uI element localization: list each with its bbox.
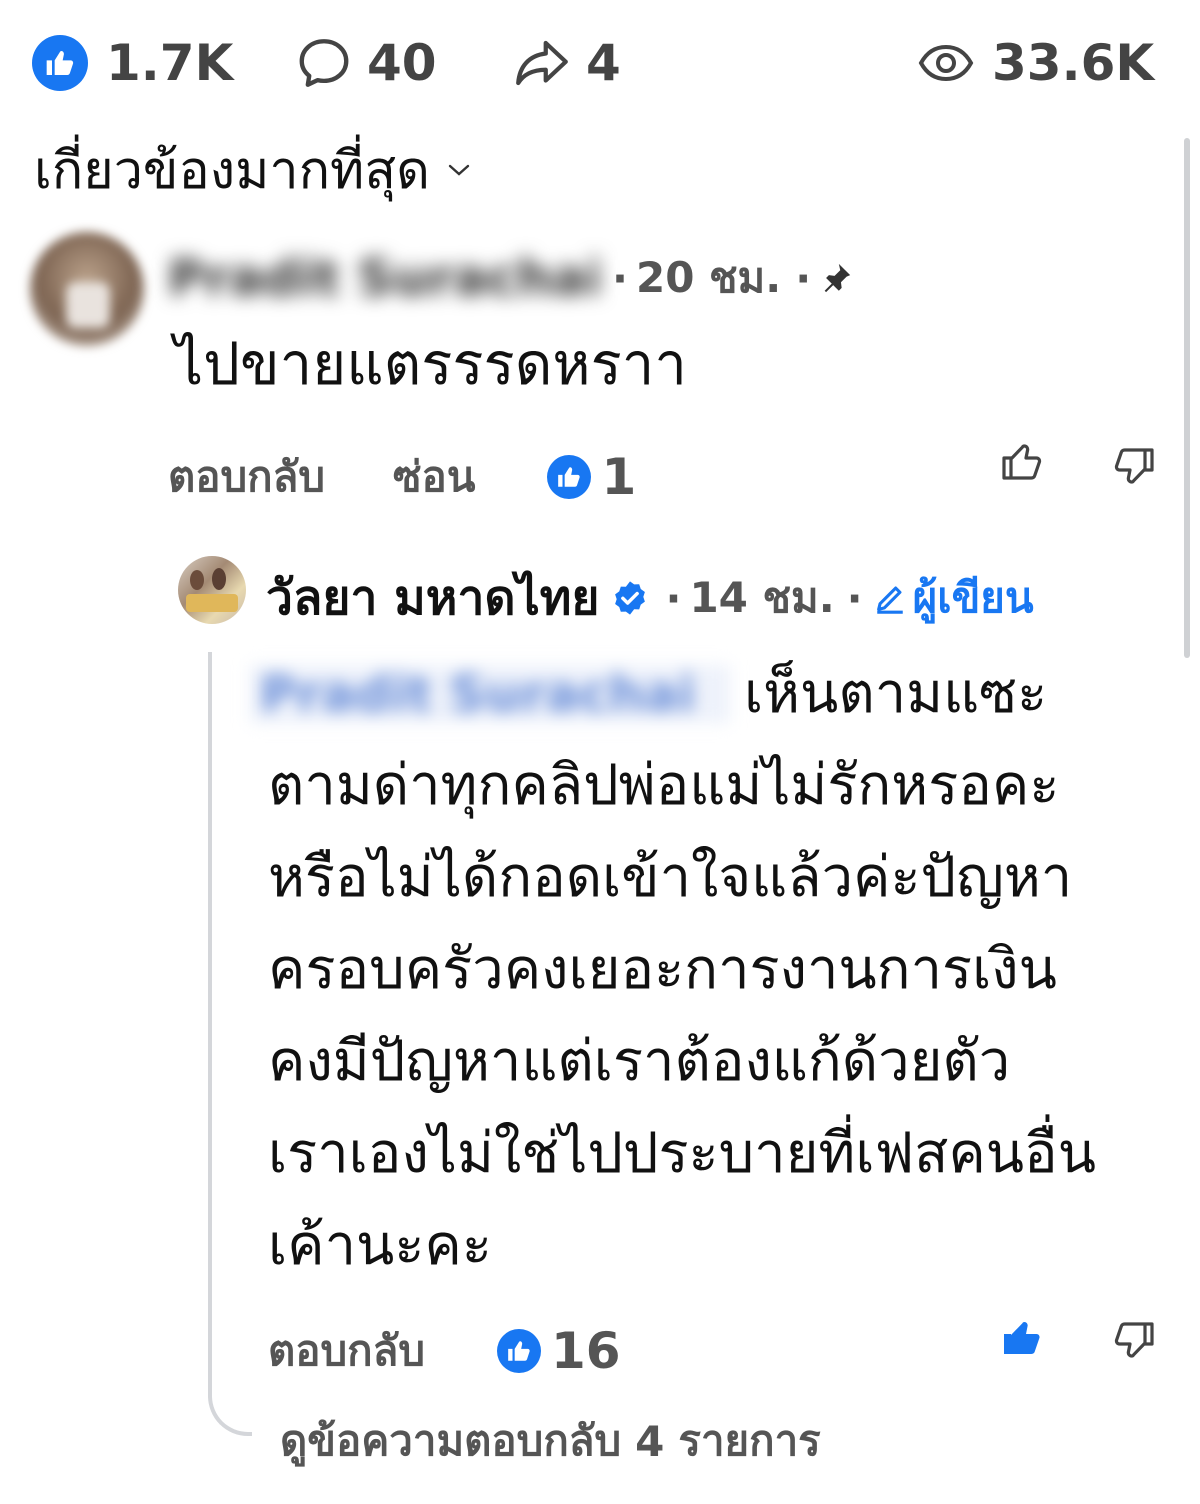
thread-connector <box>208 652 252 1436</box>
share-arrow-icon <box>516 40 568 86</box>
reply-text-line: ตามด่าทุกคลิปพ่อแม่ไม่รักหรอคะ <box>268 753 1060 818</box>
reply-author-name[interactable]: วัลยา มหาดไทย <box>266 560 599 636</box>
thumbs-up-icon[interactable] <box>998 438 1046 486</box>
reply-text-line: ครอบครัวคงเยอะการงานการเงิน <box>268 937 1057 1002</box>
author-tag-label: ผู้เขียน <box>912 573 1034 622</box>
thumbs-down-icon[interactable] <box>1110 442 1158 490</box>
reply-first-line: Pradit Surachai เห็นตามแซะ <box>250 648 1170 740</box>
reply-button[interactable]: ตอบกลับ <box>268 1318 425 1384</box>
verified-badge-icon <box>615 581 646 615</box>
reply-text-line: เห็นตามแซะ <box>744 661 1048 726</box>
separator-dot: · <box>612 253 628 303</box>
comments-count: 40 <box>367 34 437 92</box>
view-replies-link[interactable]: ดูข้อความตอบกลับ 4 รายการ <box>280 1408 821 1474</box>
sort-dropdown[interactable]: เกี่ยวข้องมากที่สุด <box>34 128 472 211</box>
view-replies-suffix: รายการ <box>678 1416 821 1465</box>
shares-stat[interactable]: 4 <box>512 34 621 92</box>
views-stat: 33.6K <box>918 34 1154 92</box>
eye-icon <box>918 44 974 82</box>
pencil-icon <box>876 586 903 614</box>
avatar[interactable] <box>30 232 144 346</box>
like-count: 16 <box>551 1322 621 1380</box>
comment-header: Pradit Surachai · 20 ชม. · <box>168 246 853 310</box>
thumbs-down-icon[interactable] <box>1110 1316 1158 1364</box>
reply-actions: ตอบกลับ 16 <box>268 1318 621 1384</box>
mention-tag[interactable]: Pradit Surachai <box>250 665 730 723</box>
comment-time[interactable]: 20 ชม. <box>636 245 781 311</box>
reactions-stat[interactable]: 1.7K <box>32 34 233 92</box>
comments-stat[interactable]: 40 <box>295 34 437 92</box>
commenter-name[interactable]: Pradit Surachai <box>168 249 598 307</box>
separator-dot: · <box>795 253 812 303</box>
comment-text: ไปขายแตรรรดหราา <box>174 330 687 398</box>
reply-text-line: คงมีปัญหาแต่เราต้องแก้ด้วยตัว <box>268 1029 1011 1094</box>
chevron-down-icon <box>448 164 470 176</box>
separator-dot: · <box>665 573 682 623</box>
reply-time[interactable]: 14 ชม. <box>689 565 834 631</box>
reply-text-line: เค้านะคะ <box>268 1213 492 1278</box>
comment-actions: ตอบกลับ ซ่อน 1 <box>168 444 636 510</box>
avatar[interactable] <box>178 556 246 624</box>
comment-bubble-icon <box>299 39 349 87</box>
thumbs-up-filled-icon[interactable] <box>998 1314 1046 1362</box>
view-replies-label: ดูข้อความตอบกลับ <box>280 1416 622 1465</box>
reply-button[interactable]: ตอบกลับ <box>168 444 325 510</box>
shares-count: 4 <box>586 34 621 92</box>
reply-text-line: หรือไม่ได้กอดเข้าใจแล้วค่ะปัญหา <box>268 845 1073 910</box>
views-count: 33.6K <box>992 34 1155 92</box>
scrollbar[interactable] <box>1184 138 1190 658</box>
like-count: 1 <box>601 448 637 506</box>
reply-text-line: เราเองไม่ใช่ไปประบายที่เฟสคนอื่น <box>268 1121 1096 1186</box>
like-badge-icon <box>547 455 592 499</box>
sort-label: เกี่ยวข้องมากที่สุด <box>34 141 430 201</box>
like-badge-icon <box>497 1329 541 1373</box>
reply-header: วัลยา มหาดไทย · 14 ชม. · ผู้เขียน <box>266 566 1034 630</box>
like-badge-icon <box>32 35 88 91</box>
pin-icon <box>824 263 851 293</box>
view-replies-count: 4 <box>635 1416 665 1466</box>
hide-button[interactable]: ซ่อน <box>393 444 475 510</box>
reactions-count: 1.7K <box>106 34 234 92</box>
author-tag: ผู้เขียน <box>873 565 1034 631</box>
separator-dot: · <box>846 573 863 623</box>
reply-body: Pradit Surachai เห็นตามแซะ ตามด่าทุกคลิป… <box>250 648 1170 1292</box>
